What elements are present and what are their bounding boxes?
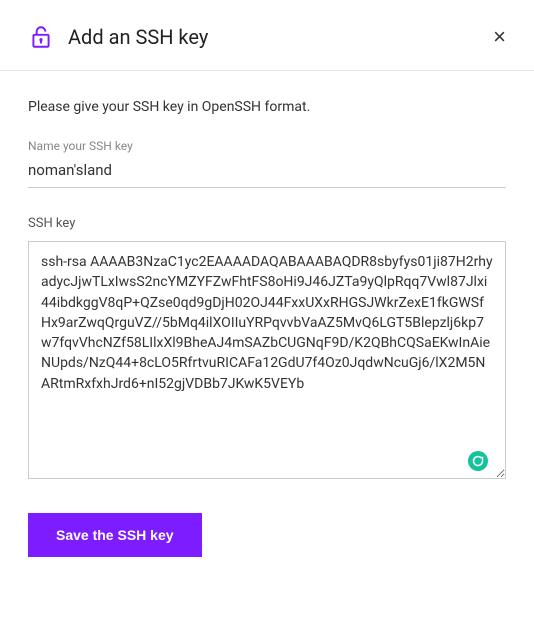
ssh-textarea-wrapper <box>28 241 506 483</box>
grammarly-icon[interactable] <box>468 451 488 471</box>
modal-title: Add an SSH key <box>68 25 493 49</box>
unlock-key-icon <box>28 24 54 50</box>
modal-header: Add an SSH key × <box>0 0 534 71</box>
save-ssh-key-button[interactable]: Save the SSH key <box>28 513 202 557</box>
close-button[interactable]: × <box>493 26 506 48</box>
ssh-key-name-input[interactable] <box>28 157 506 188</box>
name-field-label: Name your SSH key <box>28 139 506 153</box>
add-ssh-key-modal: Add an SSH key × Please give your SSH ke… <box>0 0 534 619</box>
instruction-text: Please give your SSH key in OpenSSH form… <box>28 99 506 115</box>
ssh-field-label: SSH key <box>28 216 506 231</box>
ssh-key-textarea[interactable] <box>28 241 506 479</box>
modal-body: Please give your SSH key in OpenSSH form… <box>0 71 534 619</box>
